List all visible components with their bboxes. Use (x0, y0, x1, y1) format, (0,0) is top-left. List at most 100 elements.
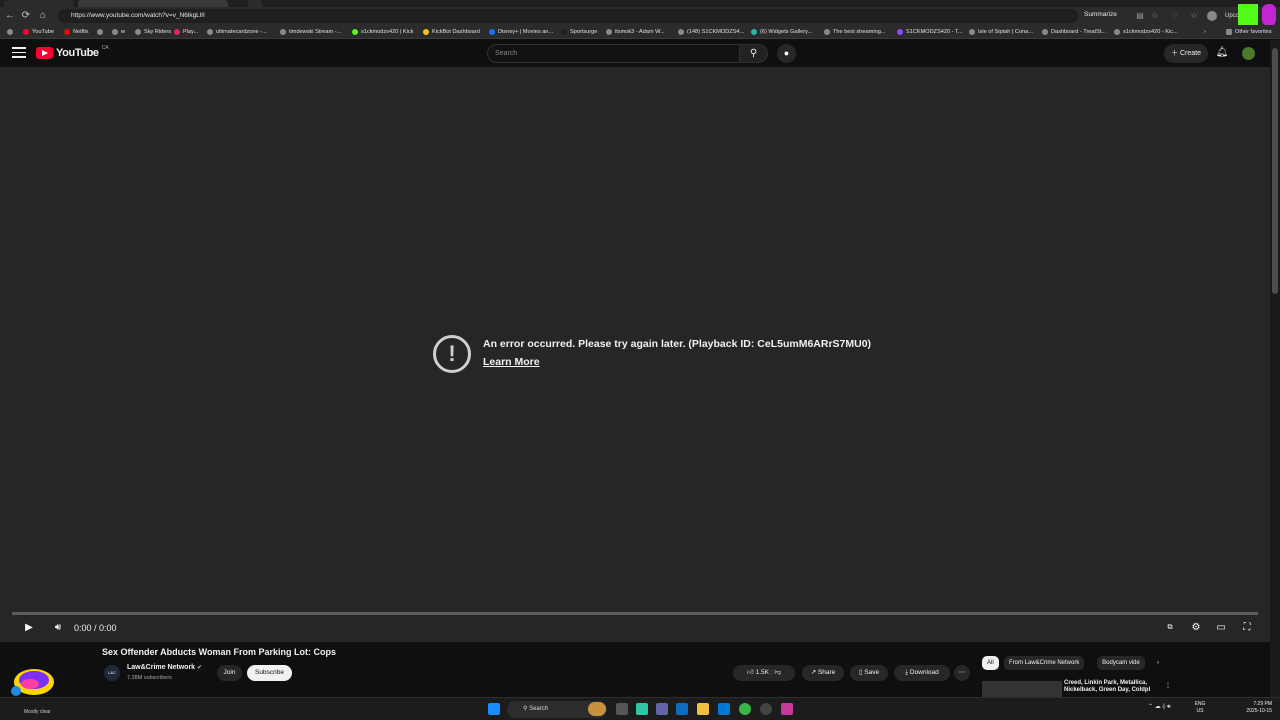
bookmark-label: (148) S1CKMODZS4... (687, 29, 745, 35)
bookmark-label: Netflix (73, 29, 89, 35)
error-message: An error occurred. Please try again late… (483, 338, 872, 350)
bookmark-item[interactable]: timdewski Stream -... (280, 27, 341, 37)
notifications-bell-icon[interactable]: 🔔︎ (1215, 46, 1229, 60)
language-indicator[interactable]: ENG US (1194, 701, 1206, 715)
chevron-right-icon[interactable]: › (1204, 27, 1206, 37)
create-button[interactable]: ＋ Create (1164, 44, 1208, 63)
bookmark-item[interactable]: Sportsurge (561, 27, 597, 37)
recommendation-menu-icon[interactable]: ⋮ (1160, 679, 1176, 693)
region-code: US (1196, 708, 1204, 714)
other-favorites[interactable]: Other favorites (1226, 27, 1272, 37)
fullscreen-icon[interactable]: ⛶ (1240, 620, 1254, 636)
like-dislike-button[interactable]: 👍︎ 1.5K | 👎︎ (733, 665, 795, 681)
chevron-right-icon[interactable]: › (1152, 656, 1164, 670)
channel-avatar[interactable]: L&C (104, 665, 120, 681)
task-view-icon[interactable] (616, 703, 628, 715)
recommended-title[interactable]: Creed, Linkin Park, Metallica, Nickelbac… (1064, 680, 1164, 694)
bookmark-item[interactable]: ultimatecardzone -... (207, 27, 267, 37)
summarize-button[interactable]: Summarize (1084, 11, 1117, 18)
share-button[interactable]: ↗ Share (802, 665, 844, 681)
copilot-icon[interactable] (636, 703, 648, 715)
share-label: Share (817, 669, 836, 676)
search-input[interactable]: Search (487, 44, 740, 63)
captions-icon[interactable]: ⧉ (1163, 620, 1177, 636)
bookmark-label: The best streaming... (833, 29, 886, 35)
bookmark-item[interactable]: YouTube (23, 27, 54, 37)
settings-gear-icon[interactable]: ⚙ (1189, 620, 1203, 636)
bookmark-item[interactable]: (148) S1CKMODZS4... (678, 27, 744, 37)
lang-code: ENG (1194, 701, 1206, 707)
chrome-icon[interactable] (760, 703, 772, 715)
youtube-logo[interactable]: YouTube CA (36, 45, 109, 60)
subscribe-button[interactable]: Subscribe (247, 665, 292, 681)
search-icon[interactable]: ⚲ (740, 44, 768, 63)
bookmark-item[interactable]: Dashboard - TreatSt... (1042, 27, 1106, 37)
chip-from-channel[interactable]: From Law&Crime Network (1004, 656, 1085, 670)
bookmark-item[interactable]: S1CKMODZS420 - T... (897, 27, 962, 37)
video-player[interactable]: ! An error occurred. Please try again la… (0, 67, 1270, 642)
profile-avatar-icon[interactable] (1207, 11, 1217, 21)
bookmark-item[interactable]: s1ckmodzs420 | Kick (352, 27, 413, 37)
chip-bodycam[interactable]: Bodycam vide (1097, 656, 1145, 670)
bookmark-item[interactable]: (6) Widgets Gallery... (751, 27, 812, 37)
learn-more-link[interactable]: Learn More (483, 356, 540, 368)
bookmark-item[interactable]: w (112, 27, 125, 37)
windows-start-icon[interactable] (488, 703, 500, 715)
avatar[interactable] (1242, 47, 1255, 60)
favorites-icon[interactable]: ☆ (1189, 11, 1199, 21)
file-explorer-icon[interactable] (697, 703, 709, 715)
browser-tab[interactable] (4, 0, 74, 7)
time-display: 0:00 / 0:00 (74, 623, 117, 633)
download-button[interactable]: ⤓ Download (894, 665, 950, 681)
back-icon[interactable]: ← (4, 10, 16, 22)
bookmark-item[interactable]: KickBot Dashboard (423, 27, 480, 37)
bookmark-item[interactable]: Sky Riders (135, 27, 171, 37)
clock[interactable]: 7:29 PM 2025-10-15 (1240, 701, 1272, 715)
play-icon[interactable]: ▶ (22, 620, 36, 636)
save-button[interactable]: ▯ Save (850, 665, 888, 681)
url-bar[interactable]: https://www.youtube.com/watch?v=v_N6lkgL… (58, 9, 1078, 23)
hamburger-menu-icon[interactable] (12, 47, 26, 59)
refresh-icon[interactable]: ⟳ (20, 10, 32, 22)
globe-icon[interactable] (97, 27, 103, 37)
page-scrollbar[interactable] (1270, 40, 1280, 697)
new-tab-button[interactable] (248, 0, 262, 7)
home-icon[interactable]: ⌂ (37, 10, 49, 22)
thumbs-up-icon[interactable]: 👍︎ (747, 669, 754, 676)
scrollbar-thumb[interactable] (1272, 48, 1278, 294)
microphone-icon[interactable]: ● (777, 44, 796, 63)
favorite-star-icon[interactable]: ☆ (1150, 11, 1160, 21)
bookmark-item[interactable]: The best streaming... (824, 27, 886, 37)
store-icon[interactable] (718, 703, 730, 715)
teams-icon[interactable] (656, 703, 668, 715)
volume-icon[interactable]: 🔊︎ (50, 620, 66, 636)
edge-icon[interactable] (676, 703, 688, 715)
bookmark-label: s1ckmodzs420 | Kick (361, 29, 414, 35)
bookmark-item[interactable]: s1ckmodzs420 - Kic... (1114, 27, 1178, 37)
reader-icon[interactable]: ▤ (1135, 11, 1145, 21)
bookmark-item[interactable]: Isle of Siptah | Cona... (969, 27, 1033, 37)
app-icon[interactable] (781, 703, 793, 715)
progress-bar[interactable] (12, 612, 1258, 615)
thumbs-down-icon[interactable]: 👎︎ (774, 669, 781, 676)
bookmark-item[interactable]: itsmok3 - Adam W... (606, 27, 665, 37)
recommended-thumbnail[interactable] (982, 681, 1062, 697)
save-label: Save (864, 669, 880, 676)
youtube-header: YouTube CA Search ⚲ ● ＋ Create 🔔︎ (0, 40, 1270, 67)
theater-mode-icon[interactable]: ▭ (1214, 620, 1228, 636)
bookmark-label: Disney+ | Movies an... (498, 29, 554, 35)
bookmark-item[interactable]: Disney+ | Movies an... (489, 27, 553, 37)
extensions-icon[interactable]: ◌ (1170, 11, 1180, 21)
chip-all[interactable]: All (982, 656, 999, 670)
youtube-play-icon (36, 47, 53, 59)
more-actions-icon[interactable]: ⋯ (954, 665, 970, 681)
system-tray[interactable]: ⌃ ☁ ⟠ 🔊︎ (1148, 703, 1171, 711)
channel-name[interactable]: Law&Crime Network ✔ (127, 664, 202, 671)
bookmark-item[interactable]: Netflix (64, 27, 89, 37)
apps-icon[interactable] (7, 27, 13, 37)
weather-widget[interactable]: Mostly clear (24, 709, 51, 715)
browser-icon[interactable] (739, 703, 751, 715)
browser-tab-active[interactable] (78, 0, 228, 7)
join-button[interactable]: Join (217, 665, 242, 681)
bookmark-item[interactable]: Play... (174, 27, 198, 37)
